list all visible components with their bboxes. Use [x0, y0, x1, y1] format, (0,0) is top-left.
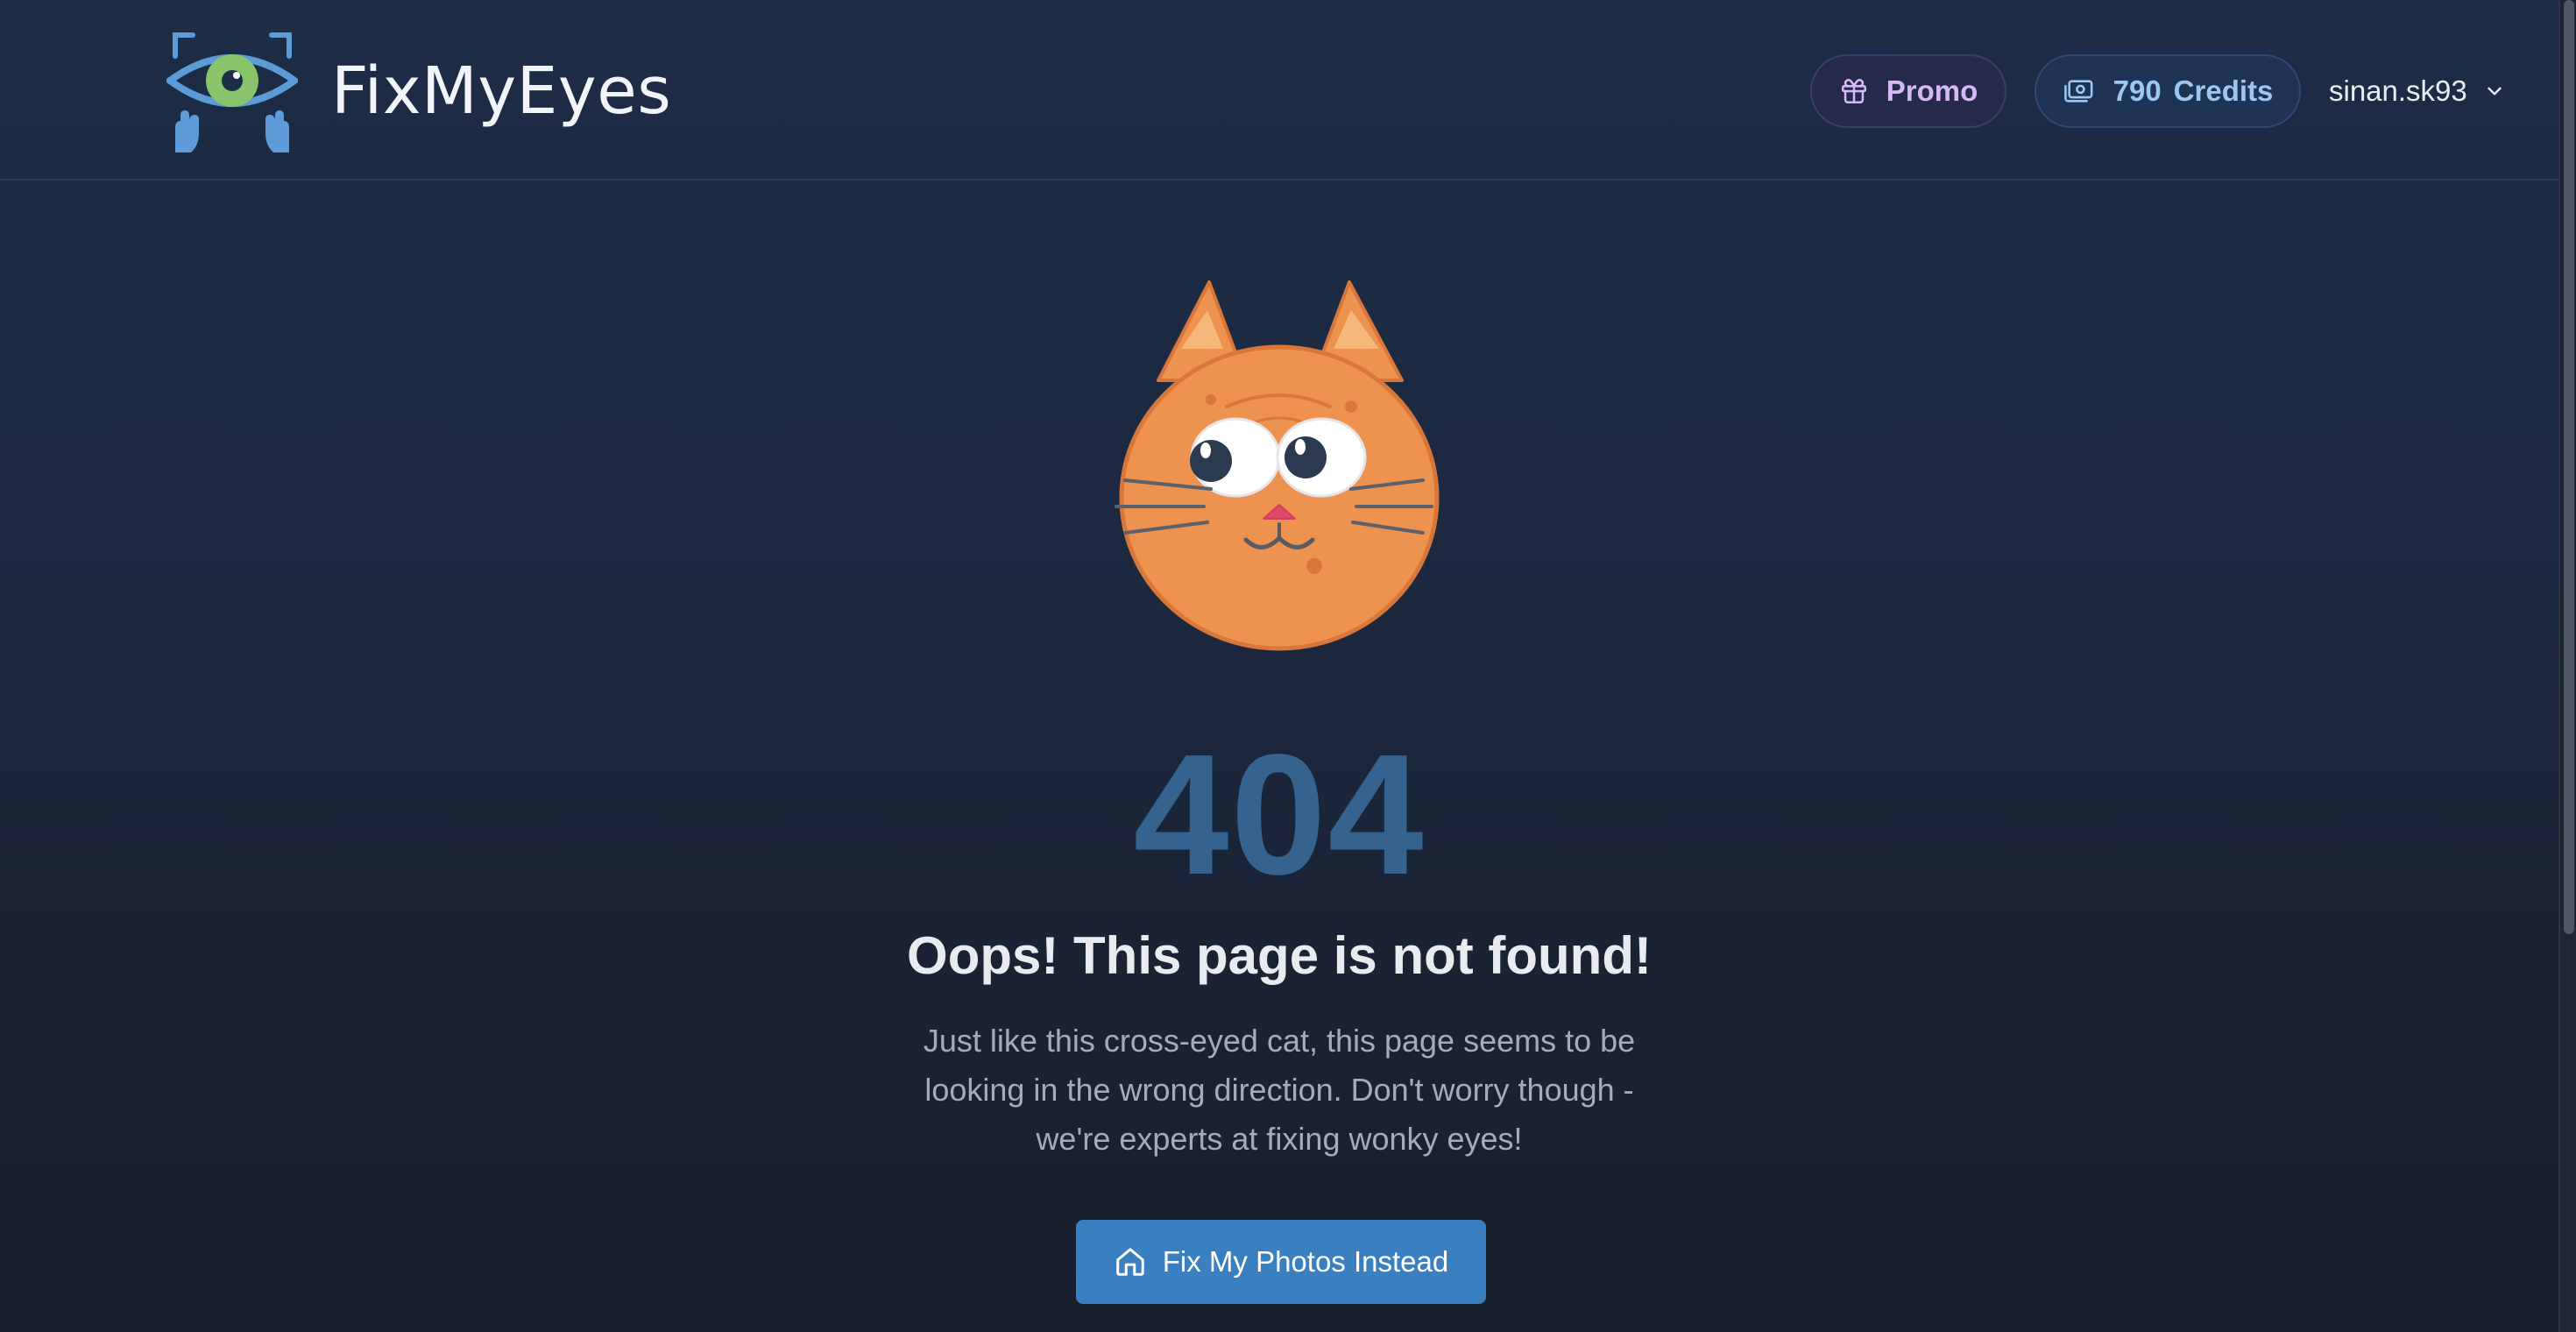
- top-header: FixMyEyes Promo 790 Credits sinan.sk93: [0, 0, 2558, 181]
- fix-my-photos-button[interactable]: Fix My Photos Instead: [1076, 1220, 1486, 1304]
- brand-name: FixMyEyes: [331, 53, 672, 129]
- scrollbar-thumb[interactable]: [2564, 0, 2574, 934]
- chevron-down-icon: [2488, 87, 2502, 96]
- promo-label: Promo: [1886, 74, 1978, 107]
- home-icon: [1115, 1248, 1144, 1276]
- error-code: 404: [1133, 719, 1426, 910]
- scrollbar[interactable]: [2558, 0, 2576, 1332]
- username: sinan.sk93: [2329, 74, 2467, 107]
- credits-button[interactable]: 790 Credits: [2035, 54, 2301, 128]
- cta-label: Fix My Photos Instead: [1162, 1245, 1449, 1278]
- gift-icon: [1841, 78, 1866, 104]
- credits-count: 790: [2112, 74, 2162, 107]
- credits-label: Credits: [2173, 74, 2274, 107]
- page-title: Oops! This page is not found!: [907, 926, 1652, 985]
- error-description: Just like this cross-eyed cat, this page…: [923, 1023, 1636, 1157]
- user-menu[interactable]: sinan.sk93: [2329, 54, 2506, 128]
- eye-logo-icon: [166, 32, 298, 152]
- banknote-icon: [2063, 80, 2093, 103]
- brand-logo[interactable]: FixMyEyes: [166, 30, 671, 152]
- cross-eyed-cat-illustration: [1106, 277, 1453, 658]
- promo-button[interactable]: Promo: [1810, 54, 2006, 128]
